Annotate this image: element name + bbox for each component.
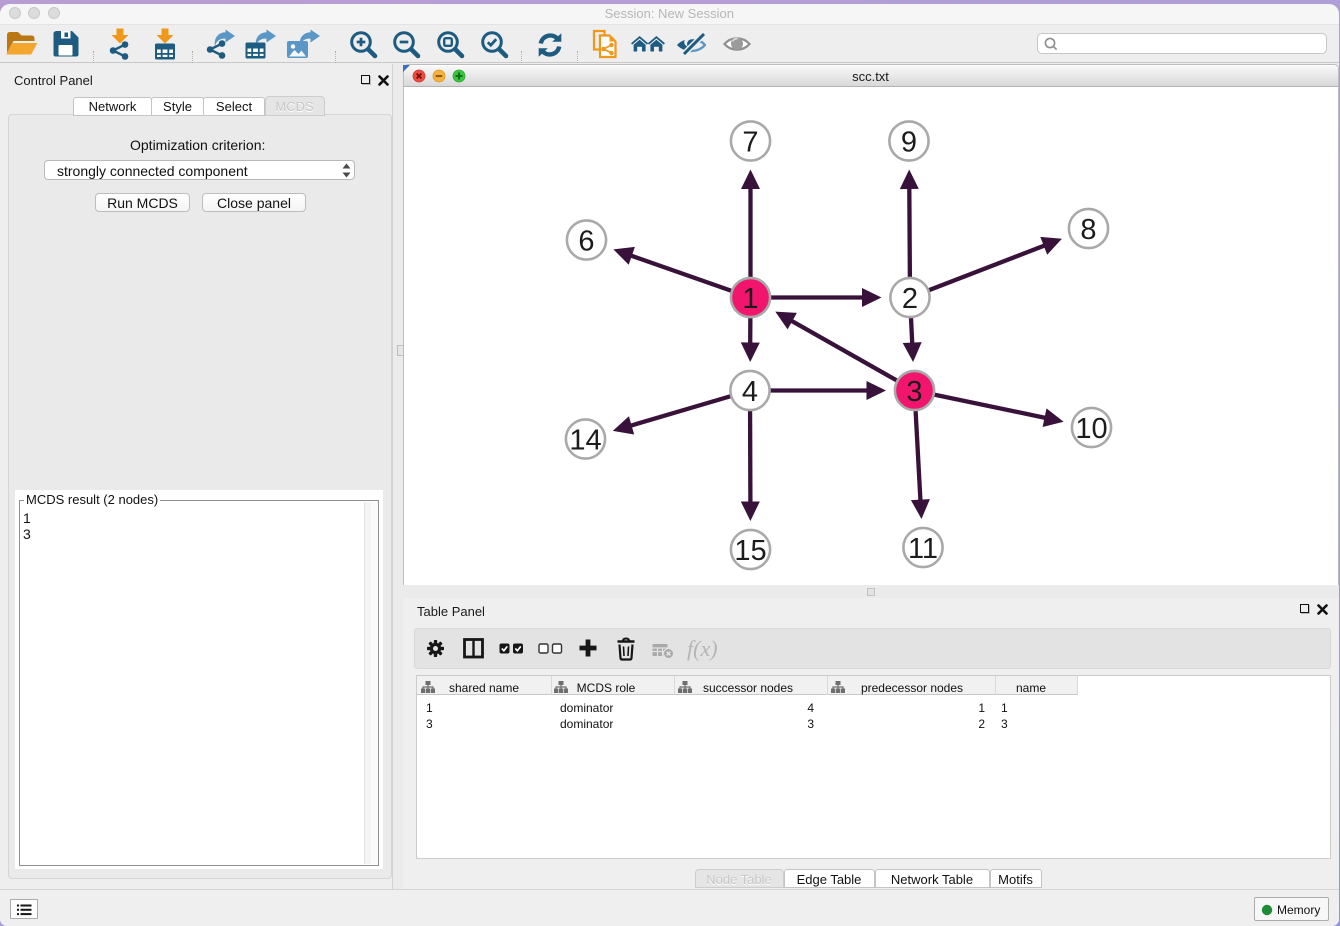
svg-text:11: 11 xyxy=(908,533,938,565)
svg-text:2: 2 xyxy=(902,283,918,315)
svg-text:14: 14 xyxy=(569,424,601,456)
svg-text:6: 6 xyxy=(578,225,594,257)
svg-text:4: 4 xyxy=(742,376,758,408)
svg-text:9: 9 xyxy=(901,126,917,158)
svg-text:1: 1 xyxy=(742,283,758,315)
svg-text:8: 8 xyxy=(1080,214,1096,246)
svg-text:15: 15 xyxy=(734,535,766,567)
svg-text:10: 10 xyxy=(1075,413,1107,445)
svg-text:7: 7 xyxy=(742,126,758,158)
svg-text:3: 3 xyxy=(906,376,922,408)
